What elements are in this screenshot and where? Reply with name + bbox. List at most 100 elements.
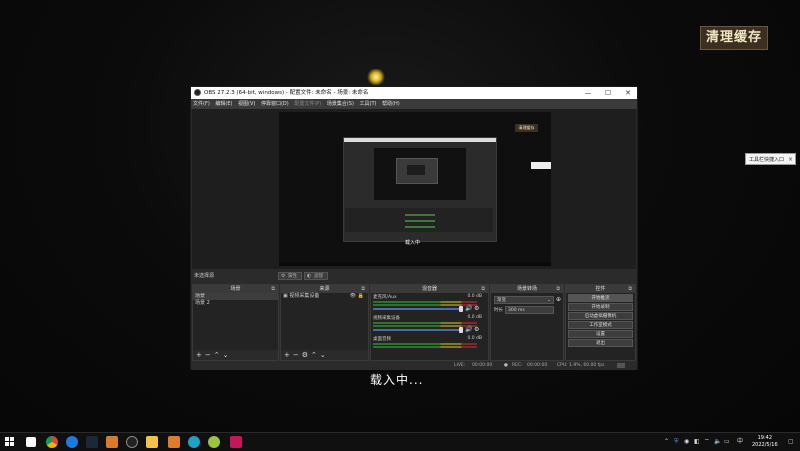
task-view-icon[interactable] (26, 437, 36, 447)
dock-float-icon[interactable]: ⧉ (556, 285, 560, 293)
app-icon[interactable] (230, 436, 242, 448)
sources-toolbar: + − ⚙ ⌃ ⌄ (281, 350, 368, 360)
duration-label: 时长 (494, 308, 503, 313)
live-time: 00:00:00 (472, 363, 493, 368)
menu-tools[interactable]: 工具(T) (360, 101, 377, 107)
filters-label: 滤镜 (314, 274, 323, 279)
speaker-icon[interactable]: 🔊 (465, 326, 472, 333)
add-icon[interactable]: + (284, 351, 290, 359)
gear-icon[interactable]: ⚙ (474, 305, 479, 312)
steam-icon[interactable] (86, 436, 98, 448)
wallpaper-light (366, 69, 386, 85)
properties-button[interactable]: ⚙ 属性 (278, 272, 302, 280)
close-button[interactable]: ✕ (621, 87, 635, 99)
tooltip-close-icon[interactable]: × (788, 154, 793, 166)
scene-item[interactable]: 场景 (193, 293, 278, 300)
chevron-up-icon[interactable]: ⌃ (664, 433, 669, 451)
slider-handle[interactable] (459, 306, 463, 312)
title-bar[interactable]: OBS 27.2.3 (64-bit, windows) - 配置文件: 未命名… (191, 87, 637, 99)
menu-scene-collection[interactable]: 场景集合(S) (327, 101, 354, 107)
no-source-label: 未选择源 (194, 273, 215, 279)
properties-label: 属性 (288, 274, 297, 279)
app-icon[interactable] (168, 436, 180, 448)
move-down-icon[interactable]: ⌄ (223, 351, 229, 359)
app-icon[interactable] (106, 436, 118, 448)
clock-date: 2022/5/16 (752, 442, 778, 448)
exit-button[interactable]: 退出 (568, 339, 633, 347)
transitions-dock: 场景转场 ⧉ 渐变 ⌄ ⊕ 时长 300 ms (490, 284, 564, 361)
start-streaming-button[interactable]: 开始推流 (568, 294, 633, 302)
menu-docks[interactable]: 停靠窗口(D) (261, 101, 289, 107)
menu-edit[interactable]: 编辑(E) (215, 101, 232, 107)
volume-slider[interactable] (373, 306, 463, 312)
input-language[interactable]: 中 (737, 433, 743, 451)
add-icon[interactable]: + (196, 351, 202, 359)
preview-canvas[interactable]: 清理缓存 载入中 (279, 112, 551, 266)
studio-mode-button[interactable]: 工作室模式 (568, 321, 633, 329)
transitions-title: 场景转场 (516, 286, 537, 292)
menu-profile[interactable]: 配置文件(P) (294, 101, 321, 107)
speaker-icon[interactable]: 🔊 (465, 305, 472, 312)
filters-button[interactable]: ◐ 滤镜 (304, 272, 328, 280)
add-transition-icon[interactable]: ⊕ (556, 296, 561, 303)
remove-icon[interactable]: − (205, 351, 211, 359)
gear-icon[interactable]: ⚙ (302, 351, 308, 359)
obs-taskbar-icon[interactable] (126, 436, 138, 448)
slider-handle[interactable] (459, 327, 463, 333)
visibility-icon[interactable]: 👁 (350, 293, 356, 300)
filter-icon: ◐ (307, 273, 312, 279)
scene-item[interactable]: 场景 2 (193, 300, 278, 307)
dock-float-icon[interactable]: ⧉ (271, 285, 275, 293)
nested-meter (405, 220, 435, 222)
remove-icon[interactable]: − (293, 351, 299, 359)
shield-icon[interactable]: ⛨ (674, 433, 679, 451)
move-up-icon[interactable]: ⌃ (311, 351, 317, 359)
maximize-button[interactable]: ☐ (601, 87, 615, 99)
nested-meter (405, 226, 435, 228)
clock-time: 19:42 (757, 435, 773, 441)
channel-db: 0.0 dB (467, 315, 482, 320)
mixer-title: 混音器 (421, 286, 437, 292)
menu-help[interactable]: 帮助(H) (382, 101, 400, 107)
sources-dock-header: 来源 ⧉ (281, 285, 368, 293)
transition-select[interactable]: 渐变 ⌄ (494, 296, 554, 304)
speaker-icon[interactable]: 🔈 (714, 433, 721, 451)
settings-button[interactable]: 设置 (568, 330, 633, 338)
source-item[interactable]: ▣ 视频采集设备 👁 🔒 (281, 293, 368, 300)
menu-view[interactable]: 视图(V) (238, 101, 255, 107)
wifi-icon[interactable]: ⌔ (704, 433, 710, 451)
start-recording-button[interactable]: 开始录制 (568, 303, 633, 311)
dock-float-icon[interactable]: ⧉ (361, 285, 365, 293)
network-icon[interactable]: ◉ (684, 433, 689, 451)
nested-preview-inner (396, 158, 438, 184)
duration-input[interactable]: 300 ms (505, 306, 554, 314)
app-icon[interactable] (188, 436, 200, 448)
gear-icon[interactable]: ⚙ (474, 326, 479, 333)
live-label: LIVE: (454, 363, 466, 368)
start-virtual-camera-button[interactable]: 启动虚拟摄像机 (568, 312, 633, 320)
preview-logo: 清理缓存 (515, 124, 538, 132)
file-explorer-icon[interactable] (146, 436, 158, 448)
volume-slider[interactable] (373, 327, 463, 333)
lock-icon[interactable]: 🔒 (358, 293, 364, 300)
transition-type: 渐变 (497, 298, 506, 303)
app-icon[interactable] (208, 436, 220, 448)
clock[interactable]: 19:42 2022/5/16 (752, 435, 778, 449)
dock-float-icon[interactable]: ⧉ (628, 285, 632, 293)
minimize-button[interactable]: — (581, 87, 595, 99)
nested-title-bar (344, 138, 496, 142)
mixer-dock: 混音器 ⧉ 麦克风/Aux 0.0 dB 🔊 ⚙ 视频采集设备 0.0 dB 🔊… (370, 284, 489, 361)
windows-start-icon[interactable] (5, 437, 15, 447)
battery-icon[interactable]: ▭ (724, 433, 730, 451)
preview-loading-text: 载入中 (405, 240, 421, 246)
browser-icon[interactable] (66, 436, 78, 448)
move-down-icon[interactable]: ⌄ (320, 351, 326, 359)
chrome-icon[interactable] (46, 436, 58, 448)
scenes-dock: 场景 ⧉ 场景 场景 2 + − ⌃ ⌄ (192, 284, 279, 361)
move-up-icon[interactable]: ⌃ (214, 351, 220, 359)
obs-window: OBS 27.2.3 (64-bit, windows) - 配置文件: 未命名… (190, 86, 638, 370)
menu-file[interactable]: 文件(F) (193, 101, 210, 107)
tray-app-icon[interactable]: ◧ (694, 433, 700, 451)
notification-icon[interactable]: ▢ (788, 433, 794, 451)
dock-float-icon[interactable]: ⧉ (481, 285, 485, 293)
